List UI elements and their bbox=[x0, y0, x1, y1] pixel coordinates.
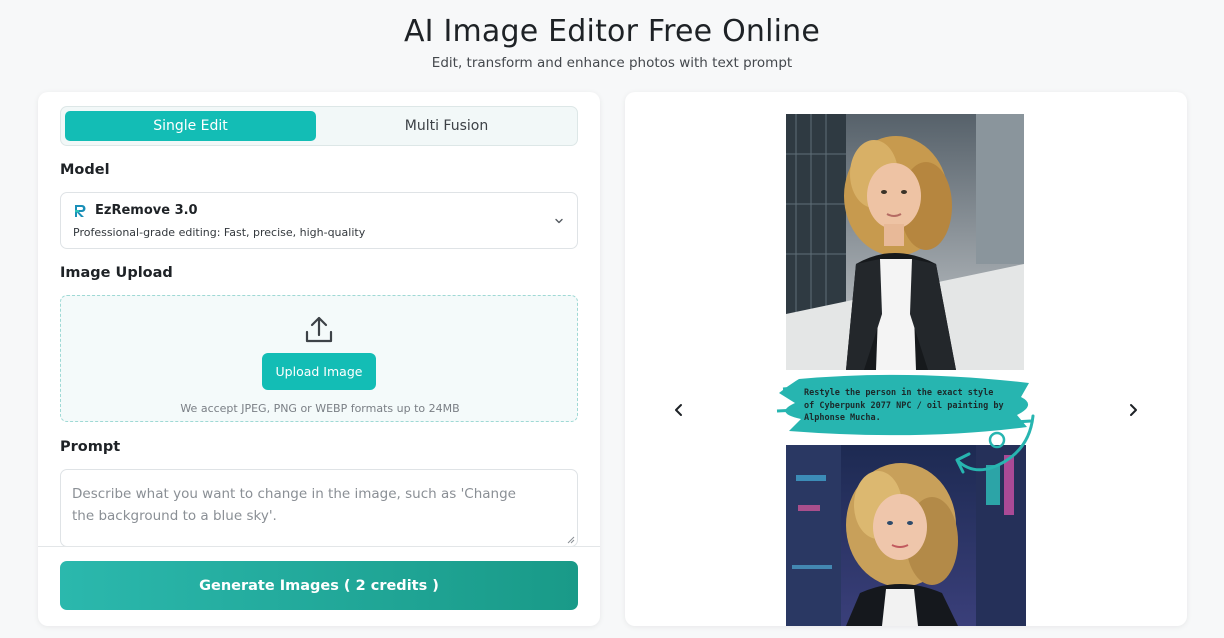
upload-dropzone[interactable]: Upload Image We accept JPEG, PNG or WEBP… bbox=[60, 295, 578, 422]
mode-tabs: Single Edit Multi Fusion bbox=[60, 106, 578, 146]
prompt-placeholder: Describe what you want to change in the … bbox=[72, 486, 516, 524]
chevron-down-icon bbox=[555, 218, 563, 224]
upload-icon bbox=[305, 316, 333, 343]
model-description: Professional-grade editing: Fast, precis… bbox=[73, 226, 366, 239]
tab-multi-fusion[interactable]: Multi Fusion bbox=[320, 111, 573, 141]
generate-images-button[interactable]: Generate Images ( 2 credits ) bbox=[60, 561, 578, 610]
model-select[interactable]: EzRemove 3.0 Professional-grade editing:… bbox=[60, 192, 578, 249]
chevron-left-icon[interactable] bbox=[669, 400, 689, 420]
upload-image-button[interactable]: Upload Image bbox=[262, 353, 376, 390]
upload-format-note: We accept JPEG, PNG or WEBP formats up t… bbox=[180, 402, 460, 415]
page-title: AI Image Editor Free Online bbox=[403, 14, 821, 49]
example-showcase: Restyle the person in the exact style of… bbox=[625, 92, 1187, 626]
model-name: EzRemove 3.0 bbox=[95, 203, 198, 218]
prompt-textarea[interactable]: Describe what you want to change in the … bbox=[60, 469, 578, 547]
footer-divider bbox=[38, 546, 600, 547]
page-subtitle: Edit, transform and enhance photos with … bbox=[431, 55, 793, 71]
model-label: Model bbox=[60, 162, 110, 178]
image-upload-label: Image Upload bbox=[60, 265, 173, 281]
ezremove-logo-icon bbox=[75, 205, 86, 217]
chevron-right-icon[interactable] bbox=[1123, 400, 1143, 420]
resize-grip-icon[interactable] bbox=[567, 536, 575, 544]
editor-panel: Single Edit Multi Fusion Model EzRemove … bbox=[38, 92, 600, 626]
curl-arrow-icon bbox=[955, 414, 1035, 474]
tab-single-edit[interactable]: Single Edit bbox=[65, 111, 316, 141]
before-image bbox=[786, 114, 1024, 370]
prompt-label: Prompt bbox=[60, 439, 121, 455]
